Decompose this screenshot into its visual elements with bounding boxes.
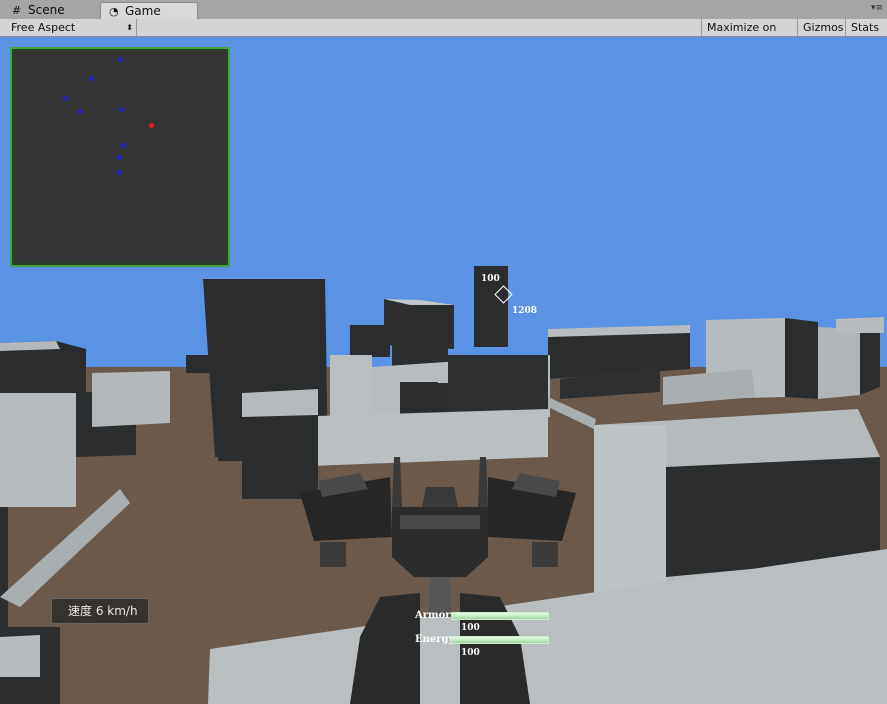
energy-label: Energy xyxy=(415,634,455,645)
enemy-radar-dot xyxy=(89,76,94,81)
player-radar-dot xyxy=(149,123,154,128)
pacman-icon: ◔ xyxy=(109,5,119,18)
energy-bar-fill xyxy=(452,637,548,643)
tab-scene[interactable]: # Scene xyxy=(4,2,96,19)
energy-value: 100 xyxy=(461,648,480,658)
speed-indicator: 速度 6 km/h xyxy=(51,598,149,624)
tab-game-label: Game xyxy=(125,4,161,18)
armor-label: Armor xyxy=(415,610,451,621)
energy-bar xyxy=(451,636,549,644)
armor-value: 100 xyxy=(461,623,480,633)
dropdown-arrows-icon: ⬍ xyxy=(126,23,133,32)
maximize-on-play-button[interactable]: Maximize on Play xyxy=(701,19,797,51)
armor-bar-fill xyxy=(452,613,548,619)
panel-menu-icon[interactable]: ▾≡ xyxy=(871,3,883,13)
aspect-dropdown-label: Free Aspect xyxy=(11,21,76,34)
tab-game[interactable]: ◔ Game xyxy=(100,2,198,19)
enemy-radar-dot xyxy=(117,170,122,175)
tab-scene-label: Scene xyxy=(28,3,65,17)
enemy-radar-dot xyxy=(118,57,123,62)
armor-bar xyxy=(451,612,549,620)
game-toolbar: Free Aspect ⬍ Maximize on Play Gizmos St… xyxy=(0,19,887,51)
gizmos-button[interactable]: Gizmos xyxy=(797,19,845,36)
game-viewport[interactable]: 100 1208 速度 6 km/h Armor 100 Energy 100 xyxy=(0,37,887,704)
grid-icon: # xyxy=(12,4,22,17)
toolbar-spacer xyxy=(136,19,701,36)
stats-button[interactable]: Stats xyxy=(845,19,887,36)
enemy-radar-dot xyxy=(117,155,122,160)
radar-minimap xyxy=(10,47,230,267)
enemy-radar-dot xyxy=(63,96,68,101)
enemy-radar-dot xyxy=(78,109,83,114)
editor-tab-bar: # Scene ◔ Game ▾≡ xyxy=(0,0,887,20)
aspect-dropdown[interactable]: Free Aspect ⬍ xyxy=(6,19,136,36)
enemy-radar-dot xyxy=(119,107,124,112)
target-distance-readout: 1208 xyxy=(512,306,538,316)
enemy-radar-dot xyxy=(121,143,126,148)
target-armor-readout: 100 xyxy=(481,274,500,284)
